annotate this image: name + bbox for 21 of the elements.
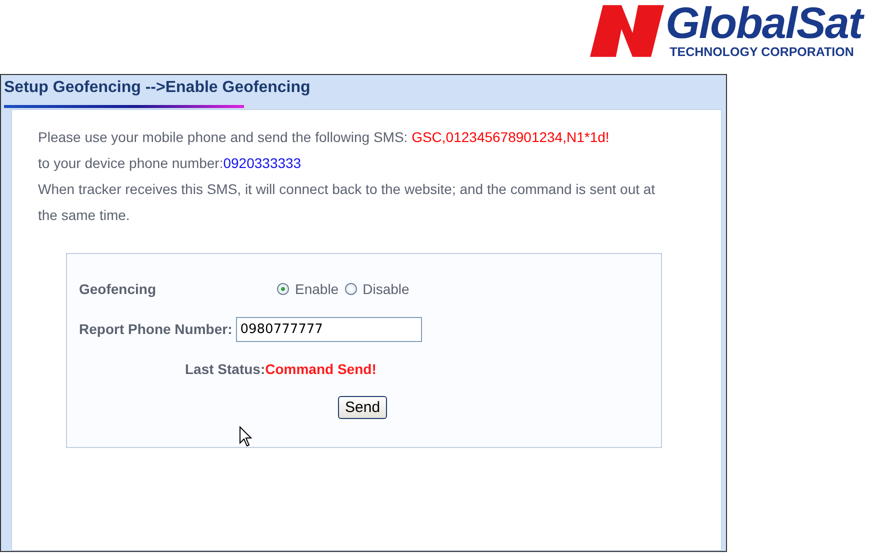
radio-button[interactable] xyxy=(277,283,289,295)
report-phone-label: Report Phone Number: xyxy=(79,321,232,337)
status-value: Command Send! xyxy=(265,361,376,377)
phone-instruction: to your device phone number: xyxy=(38,155,224,171)
logo-name: GlobalSat xyxy=(666,3,862,45)
radio-option[interactable]: Enable xyxy=(277,281,339,297)
logo-mark-icon xyxy=(590,5,664,57)
radio-option[interactable]: Disable xyxy=(344,281,410,297)
send-button[interactable]: Send xyxy=(338,396,388,419)
radio-label: Disable xyxy=(362,281,410,297)
device-phone-number: 0920333333 xyxy=(223,155,302,171)
status-label: Last Status: xyxy=(185,361,266,377)
sms-instruction: Please use your mobile phone and send the following SMS: xyxy=(38,129,408,145)
sms-command: GSC,012345678901234,N1*1d! xyxy=(412,129,610,145)
radio-button[interactable] xyxy=(344,283,357,295)
phone-input-field[interactable]: 0980777777 xyxy=(236,316,422,342)
instruction-note: When tracker receives this SMS, it will connect back to the website; and the command is sent out at the same time. xyxy=(38,180,656,225)
geofencing-label: Geofencing xyxy=(79,281,158,297)
radio-label: Enable xyxy=(295,281,339,297)
logo-subtitle: TECHNOLOGY CORPORATION xyxy=(670,45,854,59)
panel-title: Setup Geofencing -->Enable Geofencing xyxy=(4,79,310,96)
